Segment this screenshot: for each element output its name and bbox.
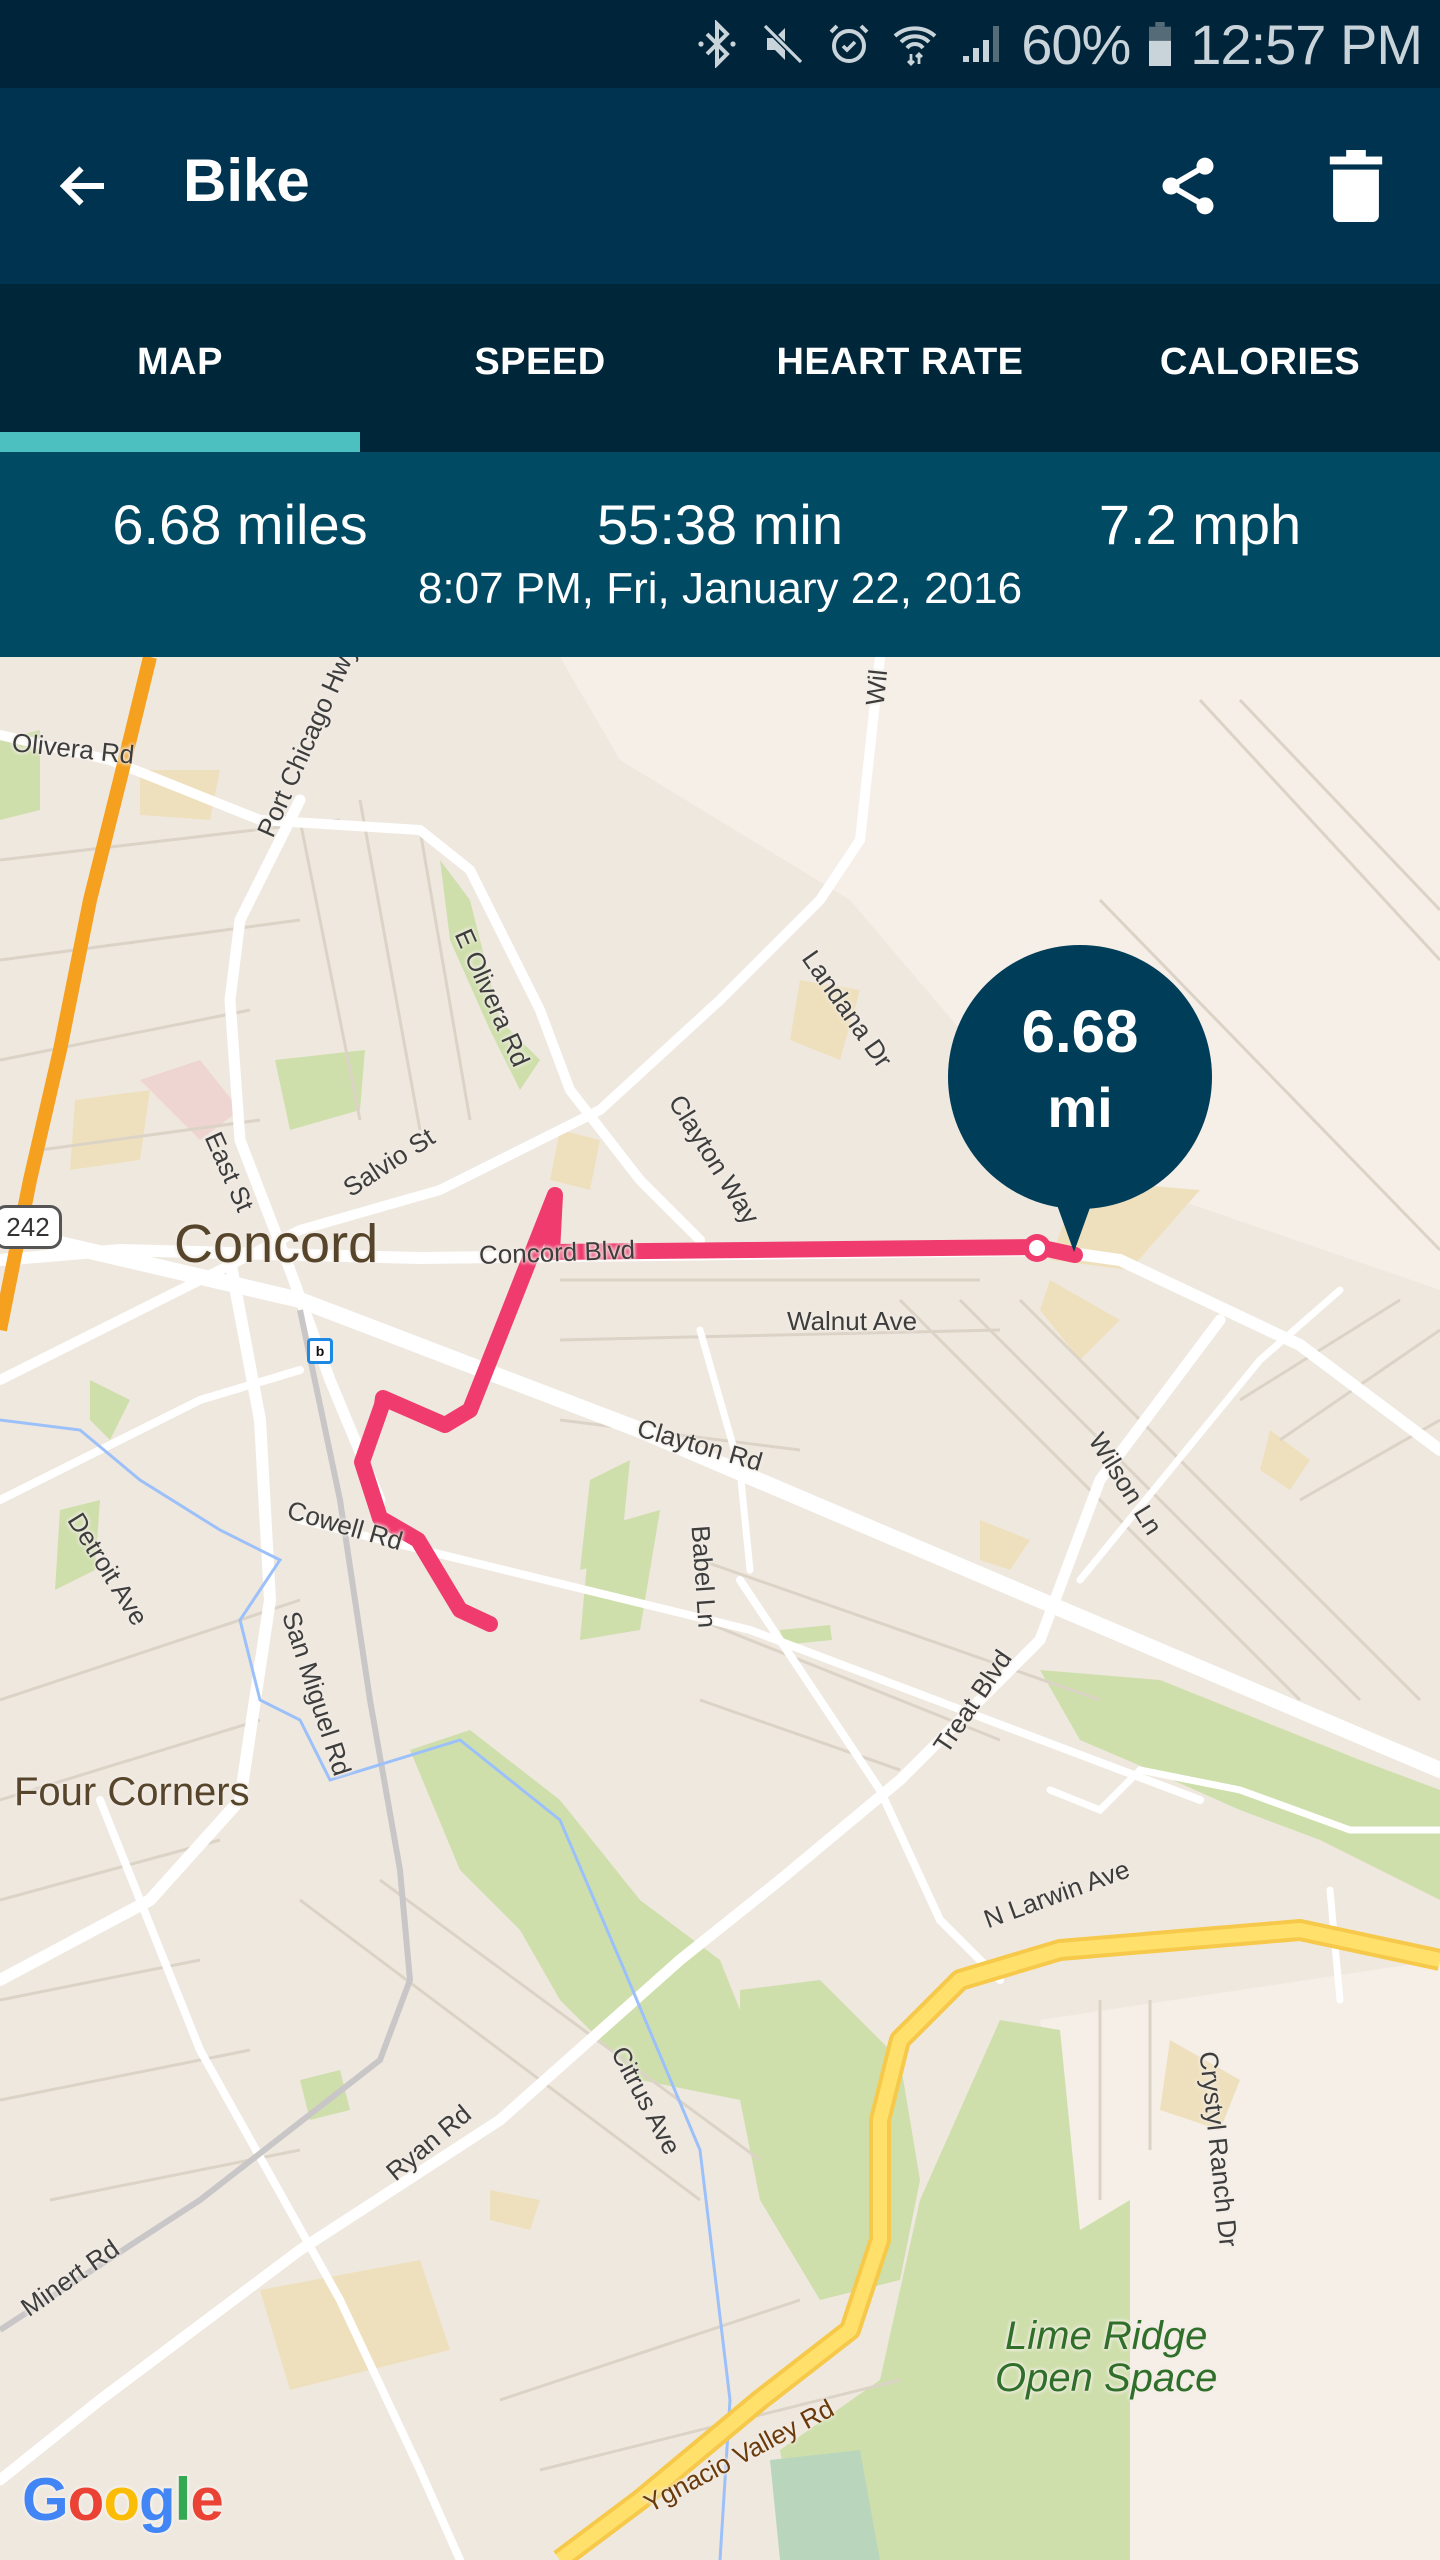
logo-letter: g (138, 2466, 176, 2533)
alarm-icon (823, 18, 875, 70)
speed-value: 7.2 mph (1098, 493, 1302, 556)
transit-station-icon[interactable]: b (307, 1338, 333, 1364)
distance-marker-unit: mi (1047, 1076, 1113, 1139)
clock: 12:57 PM (1190, 12, 1423, 76)
commercial-block (70, 1090, 150, 1170)
mute-icon (757, 18, 809, 70)
distance-value: 6.68 miles (112, 493, 368, 556)
label-willow: Wil (859, 667, 894, 708)
logo-letter: G (22, 2466, 69, 2533)
park (90, 1380, 130, 1440)
arrow-left-icon (59, 166, 104, 206)
logo-letter: e (190, 2466, 223, 2533)
battery-icon (1144, 18, 1176, 70)
tab-calories[interactable]: CALORIES (1080, 284, 1440, 452)
activity-datetime: 8:07 PM, Fri, January 22, 2016 (417, 564, 1023, 613)
tab-map[interactable]: MAP (0, 284, 360, 452)
distance-bubble: 6.68 mi (948, 945, 1212, 1209)
tab-label: HEART RATE (776, 340, 1024, 383)
park (740, 1980, 920, 2300)
distance-marker-value: 6.68 (1021, 998, 1139, 1065)
trash-icon (1329, 150, 1383, 222)
tab-label: MAP (137, 340, 223, 383)
park-label-line1: Lime Ridge (1005, 2314, 1208, 2358)
road-n-larwin (736, 1576, 1004, 1984)
label-concord-blvd: Concord Blvd (478, 1234, 636, 1270)
tab-speed[interactable]: SPEED (360, 284, 720, 452)
logo-letter: o (103, 2466, 140, 2533)
page-title: Bike (183, 147, 310, 214)
commercial-block (1040, 1280, 1120, 1360)
label-walnut-ave: Walnut Ave (787, 1306, 918, 1336)
distance-marker[interactable]: 6.68 mi (948, 945, 1212, 1265)
tab-label: CALORIES (1159, 340, 1361, 383)
app-bar: Bike (0, 88, 1440, 284)
highway-shield: 242 (0, 1205, 62, 1249)
status-bar: 60% 12:57 PM (0, 0, 1440, 88)
bluetooth-icon (691, 18, 743, 70)
commercial-block (980, 1520, 1030, 1570)
logo-letter: o (67, 2466, 105, 2533)
tab-label: SPEED (474, 340, 606, 383)
label-four-corners: Four Corners (14, 1770, 250, 1814)
share-button[interactable] (1150, 146, 1226, 226)
label-concord: Concord (174, 1214, 379, 1274)
signal-icon (955, 18, 1007, 70)
route-map[interactable]: Olivera Rd Port Chicago Hwy E Olivera Rd… (0, 657, 1440, 2560)
google-attribution-logo[interactable]: Google (22, 2465, 224, 2534)
share-icon (1162, 157, 1214, 215)
back-button[interactable] (48, 150, 120, 222)
distance-marker-tail (1048, 1180, 1100, 1252)
commercial-block (490, 2190, 540, 2230)
duration-value: 55:38 min (597, 493, 843, 556)
battery-percent: 60% (1021, 12, 1131, 76)
park (275, 1050, 365, 1130)
commercial-block (1260, 1430, 1310, 1490)
delete-button[interactable] (1320, 146, 1392, 226)
logo-letter: l (174, 2466, 192, 2533)
label-lime-ridge: Lime Ridge Open Space (995, 2315, 1217, 2399)
activity-summary: 6.68 miles 55:38 min 7.2 mph 8:07 PM, Fr… (0, 452, 1440, 657)
wifi-icon (889, 18, 941, 70)
railway (0, 1309, 414, 2333)
tab-bar: MAP SPEED HEART RATE CALORIES (0, 284, 1440, 452)
commercial-block (550, 1130, 600, 1190)
park (300, 2070, 350, 2120)
park-label-line2: Open Space (995, 2356, 1218, 2400)
tab-heart-rate[interactable]: HEART RATE (720, 284, 1080, 452)
